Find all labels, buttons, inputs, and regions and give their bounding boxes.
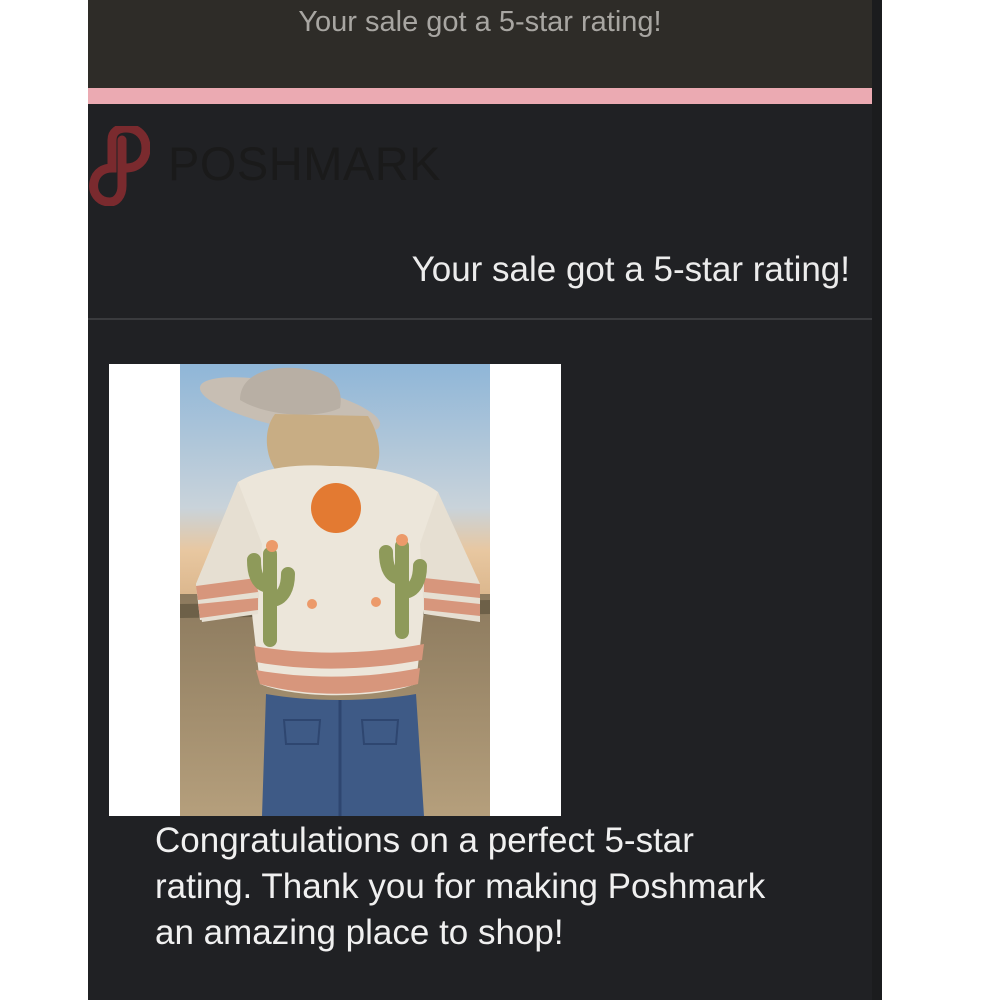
poshmark-wordmark: POSHMARK bbox=[168, 137, 441, 190]
email-body: Your sale got a 5-star rating! POSHMARK … bbox=[88, 0, 882, 1000]
email-headline: Your sale got a 5-star rating! bbox=[411, 250, 850, 289]
congratulations-message: Congratulations on a perfect 5-star rati… bbox=[155, 821, 766, 952]
accent-strip bbox=[88, 88, 872, 104]
product-image-frame[interactable] bbox=[109, 364, 561, 816]
divider bbox=[88, 318, 872, 320]
screenshot-page: Your sale got a 5-star rating! POSHMARK … bbox=[0, 0, 1000, 1000]
poshmark-logo-icon bbox=[89, 126, 150, 206]
poshmark-logo[interactable]: POSHMARK bbox=[88, 126, 508, 206]
email-edge bbox=[872, 0, 882, 1000]
email-preheader-bar: Your sale got a 5-star rating! bbox=[88, 0, 872, 88]
preheader-text: Your sale got a 5-star rating! bbox=[298, 6, 662, 38]
product-photo-icon bbox=[180, 364, 490, 816]
